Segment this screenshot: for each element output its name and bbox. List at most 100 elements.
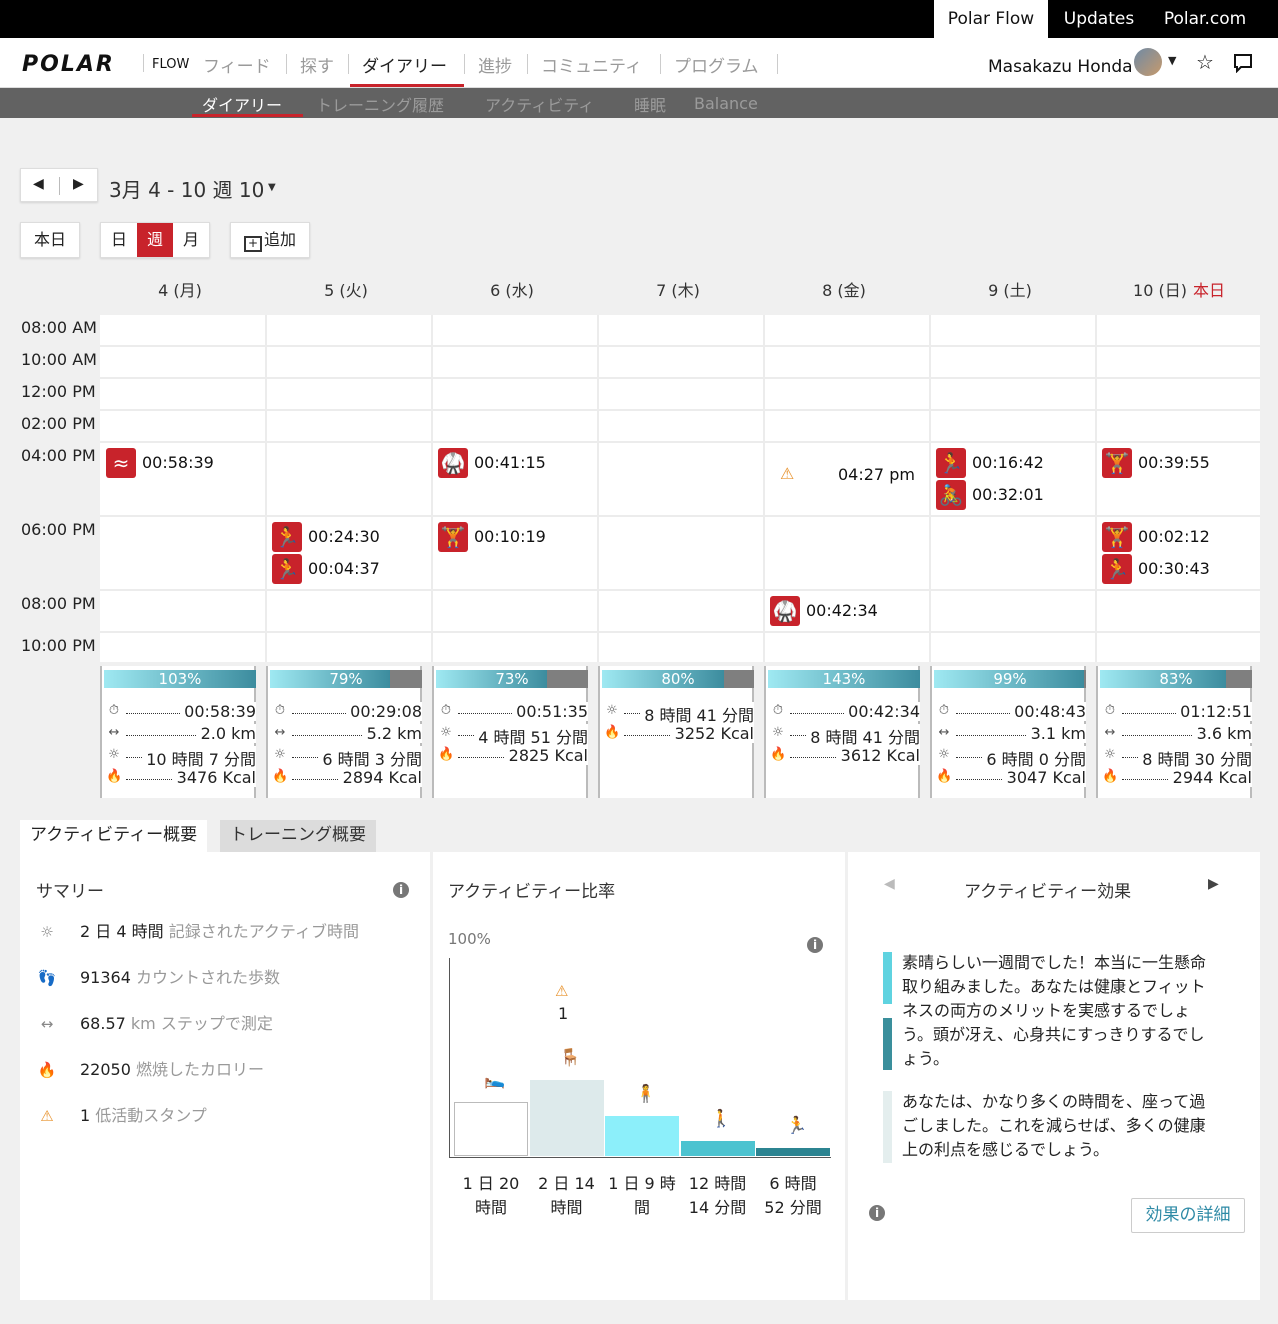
polar-logo[interactable]: POLAR xyxy=(22,52,115,77)
week-view-button[interactable]: 週 xyxy=(137,223,173,257)
ratio-bar[interactable] xyxy=(756,1147,830,1156)
strength-icon[interactable]: 🏋 xyxy=(1102,448,1132,478)
prev-week-icon[interactable]: ◀ xyxy=(33,176,44,192)
nav-separator xyxy=(348,54,349,74)
nav-community[interactable]: コミュニティ xyxy=(541,52,642,77)
add-button[interactable]: + 追加 xyxy=(230,222,310,258)
polar-com-link[interactable]: Polar.com xyxy=(1150,0,1260,38)
nav-explore[interactable]: 探す xyxy=(300,52,334,77)
event-duration[interactable]: 00:32:01 xyxy=(972,485,1044,504)
info-icon[interactable]: i xyxy=(393,882,409,898)
event-duration[interactable]: 00:02:12 xyxy=(1138,527,1210,546)
next-week-icon[interactable]: ▶ xyxy=(73,176,84,192)
day-label: 5 (火) xyxy=(324,281,368,300)
avatar[interactable] xyxy=(1134,48,1162,76)
day-header[interactable]: 8 (金) xyxy=(764,277,930,301)
nav-progress[interactable]: 進捗 xyxy=(478,52,512,77)
month-view-button[interactable]: 月 xyxy=(173,223,209,257)
user-name[interactable]: Masakazu Honda xyxy=(988,57,1133,77)
updates-link[interactable]: Updates xyxy=(1052,0,1146,38)
goal-progress-bar: 143% xyxy=(768,670,920,688)
next-effect-icon[interactable]: ▶ xyxy=(1208,876,1219,892)
event-duration[interactable]: 00:42:34 xyxy=(806,601,878,620)
summary-row: ☼ 6 時間 0 分間 xyxy=(936,746,1086,770)
day-view-button[interactable]: 日 xyxy=(101,223,137,257)
chevron-down-icon[interactable]: ▼ xyxy=(1168,54,1176,67)
martial-arts-icon[interactable]: 🥋 xyxy=(770,596,800,626)
event-duration[interactable]: 00:58:39 xyxy=(142,453,214,472)
day-header[interactable]: 7 (木) xyxy=(598,277,764,301)
nav-programs[interactable]: プログラム xyxy=(674,52,759,77)
strength-icon[interactable]: 🏋 xyxy=(438,522,468,552)
event-time[interactable]: 04:27 pm xyxy=(838,465,915,484)
day-summary[interactable]: 99% ⏱ 00:48:43 ↔ 3.1 km ☼ 6 時間 0 分間 🔥 3047 Kcal xyxy=(930,666,1086,798)
ratio-bar[interactable] xyxy=(605,1115,679,1156)
day-header[interactable]: 9 (土) xyxy=(930,277,1096,301)
ratio-bar[interactable] xyxy=(529,1080,604,1156)
summary-stat-row: 👣 91364 カウントされた歩数 xyxy=(36,964,280,988)
event-duration[interactable]: 00:04:37 xyxy=(308,559,380,578)
day-header[interactable]: 5 (火) xyxy=(266,277,432,301)
prev-effect-icon[interactable]: ◀ xyxy=(884,876,895,892)
day-summary[interactable]: 73% ⏱ 00:51:35 ☼ 4 時間 51 分間 🔥 2825 Kcal xyxy=(432,666,588,798)
event-duration[interactable]: 00:30:43 xyxy=(1138,559,1210,578)
ratio-bar[interactable] xyxy=(454,1102,528,1156)
event-duration[interactable]: 00:16:42 xyxy=(972,453,1044,472)
summary-value: 4 時間 51 分間 xyxy=(474,724,588,748)
day-summary[interactable]: 103% ⏱ 00:58:39 ↔ 2.0 km ☼ 10 時間 7 分間 🔥 3476 Kca… xyxy=(100,666,256,798)
cycling-icon[interactable]: 🚴 xyxy=(936,480,966,510)
effect-details-button[interactable]: 効果の詳細 xyxy=(1131,1198,1245,1233)
nav-feed[interactable]: フィード xyxy=(203,52,271,77)
tab-training-overview[interactable]: トレーニング概要 xyxy=(220,820,376,852)
day-header[interactable]: 6 (水) xyxy=(432,277,598,301)
ratio-bar-label: 1 日 20 時間 xyxy=(454,1172,528,1220)
info-icon[interactable]: i xyxy=(869,1205,885,1221)
day-summary[interactable]: 79% ⏱ 00:29:08 ↔ 5.2 km ☼ 6 時間 3 分間 🔥 2894 Kcal xyxy=(266,666,422,798)
run-icon[interactable]: 🏃 xyxy=(272,522,302,552)
active-time-icon: ☼ xyxy=(440,725,452,740)
day-summary[interactable]: 83% ⏱ 01:12:51 ↔ 3.6 km ☼ 8 時間 30 分間 🔥 2944 Kcal xyxy=(1096,666,1252,798)
subnav-activity[interactable]: アクティビティ xyxy=(485,92,594,116)
day-header[interactable]: 4 (月) xyxy=(100,277,266,301)
treadmill-icon[interactable]: 🏃 xyxy=(1102,554,1132,584)
day-summary[interactable]: 80% ☼ 8 時間 41 分間 🔥 3252 Kcal xyxy=(598,666,754,798)
martial-arts-icon[interactable]: 🥋 xyxy=(438,448,468,478)
subnav-balance[interactable]: Balance xyxy=(694,94,758,113)
summary-row: ⏱ 00:51:35 xyxy=(438,702,588,724)
subnav-training-history[interactable]: トレーニング履歴 xyxy=(316,92,444,116)
effect-bar xyxy=(883,952,892,1004)
swim-icon[interactable]: ≈ xyxy=(106,448,136,478)
active-time-icon: ☼ xyxy=(606,703,618,718)
run-icon[interactable]: 🏃 xyxy=(936,448,966,478)
nav-diary[interactable]: ダイアリー xyxy=(362,52,447,77)
ratio-bar[interactable] xyxy=(680,1141,755,1156)
summary-value: 01:12:51 xyxy=(1176,702,1252,721)
date-range-caret-icon[interactable]: ▼ xyxy=(268,182,276,193)
subnav-sleep[interactable]: 睡眠 xyxy=(634,92,666,116)
event-duration[interactable]: 00:41:15 xyxy=(474,453,546,472)
logo-divider xyxy=(143,54,144,72)
star-icon[interactable]: ☆ xyxy=(1196,50,1214,74)
day-label: 6 (水) xyxy=(490,281,534,300)
strength-icon[interactable]: 🏋 xyxy=(1102,522,1132,552)
message-icon[interactable] xyxy=(1233,53,1253,73)
summary-row: ☼ 8 時間 30 分間 xyxy=(1102,746,1252,770)
summary-stat-row: ⚠ 1 低活動スタンプ xyxy=(36,1102,207,1126)
event-duration[interactable]: 00:10:19 xyxy=(474,527,546,546)
info-icon[interactable]: i xyxy=(807,937,823,953)
distance-icon: ↔ xyxy=(938,725,950,740)
event-duration[interactable]: 00:24:30 xyxy=(308,527,380,546)
event-duration[interactable]: 00:39:55 xyxy=(1138,453,1210,472)
polar-flow-link[interactable]: Polar Flow xyxy=(934,0,1048,38)
summary-row: ☼ 8 時間 41 分間 xyxy=(770,724,920,748)
run-icon[interactable]: 🏃 xyxy=(272,554,302,584)
time-label: 12:00 PM xyxy=(21,382,96,401)
today-button[interactable]: 本日 xyxy=(20,222,80,258)
day-header[interactable]: 10 (日) 本日 xyxy=(1096,277,1262,301)
day-summary[interactable]: 143% ⏱ 00:42:34 ☼ 8 時間 41 分間 🔥 3612 Kcal xyxy=(764,666,920,798)
summary-stat-value: 1 xyxy=(80,1106,91,1125)
tab-activity-overview[interactable]: アクティビティー概要 xyxy=(20,820,208,852)
subnav-diary[interactable]: ダイアリー xyxy=(202,92,282,116)
time-label: 06:00 PM xyxy=(21,520,96,539)
date-range[interactable]: 3月 4 - 10 週 10 xyxy=(109,174,264,203)
